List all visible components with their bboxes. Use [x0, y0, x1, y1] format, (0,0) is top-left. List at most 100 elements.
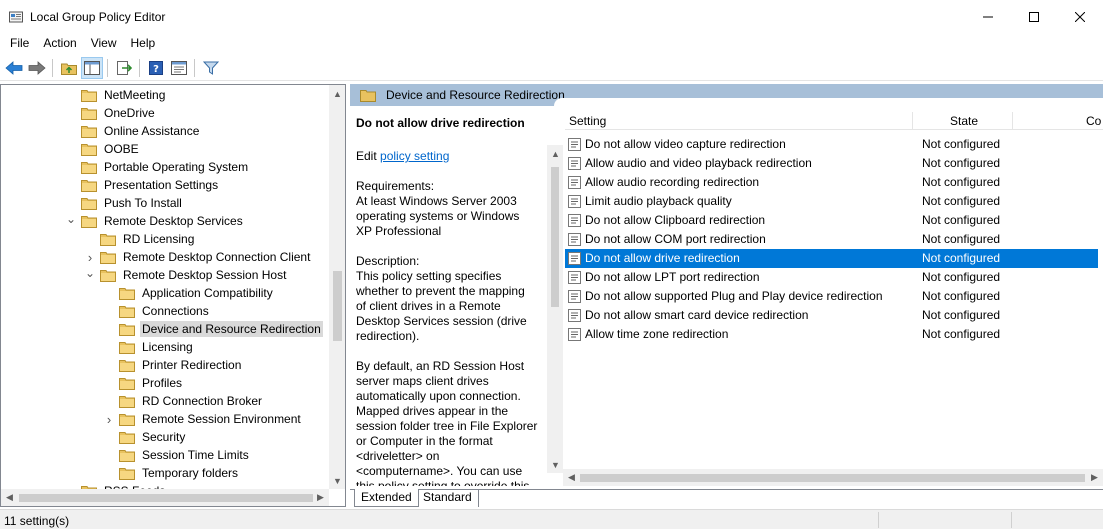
column-header-state[interactable]: State: [950, 106, 978, 130]
tab-standard[interactable]: Standard: [417, 489, 479, 507]
tree-expander-spacer: [103, 431, 115, 443]
policy-state: Not configured: [922, 213, 1001, 227]
chevron-down-icon[interactable]: ⌄: [65, 212, 77, 226]
export-list-button[interactable]: [113, 57, 135, 79]
folder-icon: [119, 359, 135, 372]
column-separator[interactable]: [1012, 112, 1013, 130]
menu-view[interactable]: View: [84, 33, 124, 53]
tree-item[interactable]: RD Licensing: [84, 230, 196, 248]
menu-action[interactable]: Action: [36, 33, 83, 53]
filter-button[interactable]: [200, 57, 222, 79]
scroll-left-icon[interactable]: ◀: [563, 469, 580, 486]
policy-setting-link[interactable]: policy setting: [380, 149, 449, 163]
policy-row[interactable]: Do not allow LPT port redirection Not con…: [565, 268, 1098, 287]
tree-item[interactable]: Portable Operating System: [65, 158, 250, 176]
policy-row[interactable]: Do not allow video capture redirection No…: [565, 135, 1098, 154]
show-hide-tree-button[interactable]: [81, 56, 103, 79]
scroll-right-icon[interactable]: ▶: [312, 489, 329, 506]
tree-expander-spacer: [65, 179, 77, 191]
tree-item[interactable]: › Remote Desktop Connection Client: [84, 248, 312, 266]
description-scroll-thumb[interactable]: [551, 167, 559, 307]
close-button[interactable]: [1057, 0, 1103, 33]
column-header-comment[interactable]: Co: [1086, 106, 1101, 130]
menu-file[interactable]: File: [3, 33, 36, 53]
chevron-right-icon[interactable]: ›: [103, 412, 115, 427]
tree-item-label: Printer Redirection: [142, 358, 242, 372]
policy-row[interactable]: Do not allow Clipboard redirection Not co…: [565, 211, 1098, 230]
scroll-right-icon[interactable]: ▶: [1086, 469, 1103, 486]
scroll-down-icon[interactable]: ▼: [329, 472, 345, 489]
back-button[interactable]: [3, 57, 25, 79]
tree-scroll-thumb[interactable]: [333, 271, 342, 341]
description-more-text: By default, an RD Session Host server ma…: [356, 359, 538, 486]
list-hscroll-thumb[interactable]: [580, 474, 1085, 482]
tree-item[interactable]: RD Connection Broker: [103, 392, 264, 410]
tree-item[interactable]: Device and Resource Redirection: [103, 320, 323, 338]
forward-button[interactable]: [26, 57, 48, 79]
column-separator[interactable]: [912, 112, 913, 130]
tree-item[interactable]: Temporary folders: [103, 464, 240, 482]
settings-list[interactable]: Setting State Co Do not allow video capt…: [565, 106, 1103, 486]
export-list-icon: [117, 60, 132, 75]
tab-extended[interactable]: Extended: [354, 489, 419, 507]
scroll-left-icon[interactable]: ◀: [1, 489, 18, 506]
tree-item[interactable]: ⌄ Remote Desktop Services: [65, 212, 245, 230]
tree-expander-spacer: [65, 161, 77, 173]
tree-item[interactable]: Profiles: [103, 374, 184, 392]
folder-icon: [81, 179, 97, 192]
minimize-icon: [983, 16, 993, 17]
tree-item[interactable]: ⌄ Remote Desktop Session Host: [84, 266, 288, 284]
tree-item[interactable]: Push To Install: [65, 194, 184, 212]
tree-hscroll-thumb[interactable]: [19, 494, 313, 502]
properties-button[interactable]: [168, 57, 190, 79]
tree-item[interactable]: Online Assistance: [65, 122, 201, 140]
policy-row[interactable]: Do not allow drive redirection Not config…: [565, 249, 1098, 268]
tree-item[interactable]: Licensing: [103, 338, 195, 356]
tree-item[interactable]: OOBE: [65, 140, 141, 158]
policy-row[interactable]: Allow time zone redirection Not configure…: [565, 325, 1098, 344]
policy-row[interactable]: Do not allow supported Plug and Play dev…: [565, 287, 1098, 306]
console-tree[interactable]: NetMeeting OneDrive Online Assistance OOBE P…: [0, 84, 346, 507]
policy-row[interactable]: Allow audio and video playback redirecti…: [565, 154, 1098, 173]
tree-item[interactable]: Printer Redirection: [103, 356, 243, 374]
maximize-button[interactable]: [1011, 0, 1057, 33]
list-horizontal-scrollbar[interactable]: ◀ ▶: [563, 469, 1103, 486]
tree-vertical-scrollbar[interactable]: ▲ ▼: [329, 85, 345, 489]
policy-row[interactable]: Limit audio playback quality Not configur…: [565, 192, 1098, 211]
scroll-down-icon[interactable]: ▼: [547, 456, 564, 473]
tree-item[interactable]: NetMeeting: [65, 86, 167, 104]
tree-item[interactable]: Presentation Settings: [65, 176, 220, 194]
extended-description: Do not allow drive redirection Edit poli…: [350, 106, 547, 486]
tree-item-label: Licensing: [142, 340, 193, 354]
column-header-setting[interactable]: Setting: [569, 106, 606, 130]
tree-item[interactable]: RSS Feeds: [65, 482, 167, 489]
description-title: Do not allow drive redirection: [356, 116, 525, 130]
minimize-button[interactable]: [965, 0, 1011, 33]
policy-name: Do not allow video capture redirection: [585, 137, 786, 151]
policy-row[interactable]: Allow audio recording redirection Not con…: [565, 173, 1098, 192]
tree-item-label: Session Time Limits: [142, 448, 249, 462]
scroll-up-icon[interactable]: ▲: [547, 145, 564, 162]
tree-item[interactable]: › Remote Session Environment: [103, 410, 303, 428]
tree-item[interactable]: Connections: [103, 302, 211, 320]
tree-item[interactable]: Security: [103, 428, 187, 446]
chevron-right-icon[interactable]: ›: [84, 250, 96, 265]
tree-item[interactable]: OneDrive: [65, 104, 157, 122]
menu-bar: File Action View Help: [0, 33, 1103, 53]
chevron-down-icon[interactable]: ⌄: [84, 266, 96, 280]
status-divider: [878, 512, 879, 528]
up-folder-button[interactable]: [58, 57, 80, 79]
description-scrollbar[interactable]: ▲ ▼: [547, 145, 563, 473]
policy-row[interactable]: Do not allow smart card device redirecti…: [565, 306, 1098, 325]
scroll-up-icon[interactable]: ▲: [329, 85, 345, 102]
folder-icon: [119, 449, 135, 462]
tree-horizontal-scrollbar[interactable]: ◀ ▶: [1, 489, 329, 506]
help-button[interactable]: ?: [145, 57, 167, 79]
tree-expander-spacer: [103, 305, 115, 317]
tree-expander-spacer: [103, 287, 115, 299]
tree-item[interactable]: Session Time Limits: [103, 446, 251, 464]
policy-row[interactable]: Do not allow COM port redirection Not con…: [565, 230, 1098, 249]
tree-item[interactable]: Application Compatibility: [103, 284, 275, 302]
menu-help[interactable]: Help: [124, 33, 163, 53]
tree-item-label: OOBE: [104, 142, 139, 156]
